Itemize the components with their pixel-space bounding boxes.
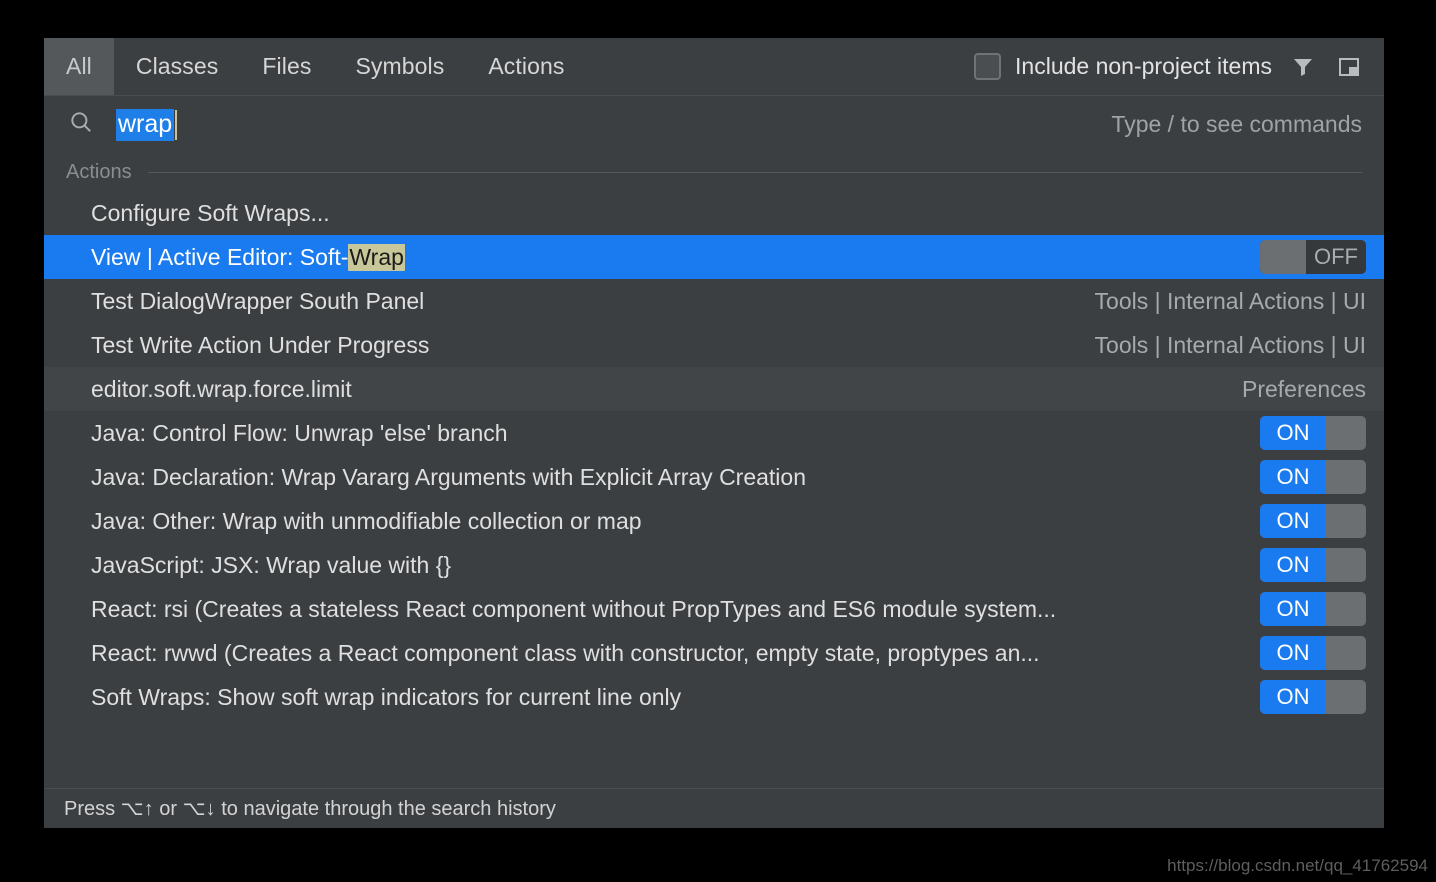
result-title-text: Test DialogWrapper South Panel bbox=[91, 287, 425, 314]
search-everywhere-popup: All Classes Files Symbols Actions Include no… bbox=[44, 38, 1384, 828]
result-row[interactable]: JavaScript: JSX: Wrap value with {} ON bbox=[44, 543, 1384, 587]
include-non-project-items-checkbox[interactable]: Include non-project items bbox=[974, 53, 1272, 80]
group-header-label: Actions bbox=[66, 160, 132, 183]
toggle-knob bbox=[1326, 504, 1366, 538]
result-row-title: Soft Wraps: Show soft wrap indicators fo… bbox=[91, 684, 681, 711]
result-row-title: Java: Control Flow: Unwrap 'else' branch bbox=[91, 420, 508, 447]
result-row[interactable]: Soft Wraps: Show soft wrap indicators fo… bbox=[44, 675, 1384, 719]
toggle-knob bbox=[1326, 636, 1366, 670]
result-row-title: View | Active Editor: Soft-Wrap bbox=[91, 243, 405, 271]
text-caret bbox=[175, 109, 178, 140]
search-row[interactable]: wrap Type / to see commands bbox=[44, 95, 1384, 153]
tab-label: Symbols bbox=[355, 53, 445, 79]
toggle-preview-panel-icon[interactable] bbox=[1334, 52, 1364, 82]
result-row-group-path: Tools | Internal Actions | UI bbox=[1094, 287, 1366, 314]
result-row[interactable]: React: rsi (Creates a stateless React co… bbox=[44, 587, 1384, 631]
group-header-actions: Actions bbox=[44, 153, 1384, 191]
tab-classes[interactable]: Classes bbox=[114, 38, 241, 95]
watermark: https://blog.csdn.net/qq_41762594 bbox=[1167, 856, 1428, 875]
result-title-text: React: rsi (Creates a stateless React co… bbox=[91, 595, 1057, 622]
result-title-text: Java: Declaration: Wrap Vararg Arguments… bbox=[91, 463, 806, 490]
row-toggle-switch[interactable]: OFF bbox=[1260, 240, 1366, 274]
tab-label: Files bbox=[262, 53, 312, 79]
result-title-text: Java: Other: Wrap with unmodifiable coll… bbox=[91, 507, 642, 534]
toggle-state-label: ON bbox=[1260, 592, 1326, 626]
tab-files[interactable]: Files bbox=[240, 38, 333, 95]
toggle-state-label: OFF bbox=[1306, 240, 1366, 274]
result-row-group-path: Preferences bbox=[1241, 375, 1366, 402]
result-row-group-path: Tools | Internal Actions | UI bbox=[1094, 331, 1366, 358]
tab-actions[interactable]: Actions bbox=[466, 38, 586, 95]
header-actions: Include non-project items bbox=[974, 38, 1384, 95]
toggle-state-label: ON bbox=[1260, 636, 1326, 670]
result-title-text: JavaScript: JSX: Wrap value with {} bbox=[91, 551, 452, 578]
result-title-text: Java: Control Flow: Unwrap 'else' branch bbox=[91, 419, 508, 446]
search-input[interactable]: wrap bbox=[116, 108, 1093, 141]
tab-label: All bbox=[66, 53, 92, 79]
toggle-knob bbox=[1326, 548, 1366, 582]
toggle-state-label: ON bbox=[1260, 548, 1326, 582]
result-row[interactable]: Configure Soft Wraps... bbox=[44, 191, 1384, 235]
result-row[interactable]: Test DialogWrapper South Panel Tools | In… bbox=[44, 279, 1384, 323]
search-input-value: wrap bbox=[116, 108, 175, 141]
footer-hint-bar: Press ⌥↑ or ⌥↓ to navigate through the s… bbox=[44, 788, 1384, 828]
search-icon bbox=[68, 109, 94, 140]
row-toggle-switch[interactable]: ON bbox=[1260, 680, 1366, 714]
result-title-text: View | Active Editor: Soft- bbox=[91, 243, 349, 270]
search-commands-hint: Type / to see commands bbox=[1111, 111, 1362, 137]
filter-funnel-icon[interactable] bbox=[1288, 52, 1318, 82]
toggle-state-label: ON bbox=[1260, 504, 1326, 538]
result-row[interactable]: View | Active Editor: Soft-Wrap OFF bbox=[44, 235, 1384, 279]
result-row-title: React: rsi (Creates a stateless React co… bbox=[91, 596, 1056, 623]
result-row-title: Configure Soft Wraps... bbox=[91, 200, 330, 227]
tab-symbols[interactable]: Symbols bbox=[333, 38, 466, 95]
row-toggle-switch[interactable]: ON bbox=[1260, 548, 1366, 582]
result-row[interactable]: React: rwwd (Creates a React component c… bbox=[44, 631, 1384, 675]
rows-container: Configure Soft Wraps... View | Active Edi… bbox=[44, 191, 1384, 719]
tab-all[interactable]: All bbox=[44, 38, 114, 95]
row-toggle-switch[interactable]: ON bbox=[1260, 592, 1366, 626]
include-non-project-items-label: Include non-project items bbox=[1015, 53, 1272, 79]
result-row[interactable]: Test Write Action Under Progress Tools | … bbox=[44, 323, 1384, 367]
toggle-knob bbox=[1326, 460, 1366, 494]
result-row[interactable]: Java: Control Flow: Unwrap 'else' branch… bbox=[44, 411, 1384, 455]
tabbar-spacer bbox=[586, 38, 974, 95]
toggle-state-label: ON bbox=[1260, 680, 1326, 714]
result-title-text: Test Write Action Under Progress bbox=[91, 331, 430, 358]
row-toggle-switch[interactable]: ON bbox=[1260, 460, 1366, 494]
result-row[interactable]: editor.soft.wrap.force.limit Preferences bbox=[44, 367, 1384, 411]
result-row-title: editor.soft.wrap.force.limit bbox=[91, 376, 352, 403]
toggle-knob bbox=[1326, 680, 1366, 714]
result-row-title: Java: Declaration: Wrap Vararg Arguments… bbox=[91, 464, 806, 491]
result-title-text: editor.soft.wrap.force.limit bbox=[91, 375, 352, 402]
tabs-container: All Classes Files Symbols Actions bbox=[44, 38, 586, 95]
result-row-title: Test Write Action Under Progress bbox=[91, 332, 429, 359]
tab-bar: All Classes Files Symbols Actions Include no… bbox=[44, 38, 1384, 95]
group-header-rule bbox=[147, 171, 1362, 173]
row-toggle-switch[interactable]: ON bbox=[1260, 416, 1366, 450]
row-toggle-switch[interactable]: ON bbox=[1260, 504, 1366, 538]
row-toggle-switch[interactable]: ON bbox=[1260, 636, 1366, 670]
toggle-state-label: ON bbox=[1260, 460, 1326, 494]
toggle-knob bbox=[1326, 416, 1366, 450]
result-row-title: React: rwwd (Creates a React component c… bbox=[91, 640, 1040, 667]
tab-label: Classes bbox=[135, 53, 219, 79]
results-list[interactable]: Actions Configure Soft Wraps... View | Ac… bbox=[44, 153, 1384, 788]
result-title-text: React: rwwd (Creates a React component c… bbox=[91, 639, 1040, 666]
checkbox-box[interactable] bbox=[974, 53, 1002, 80]
toggle-state-label: ON bbox=[1260, 416, 1326, 450]
result-row-title: Test DialogWrapper South Panel bbox=[91, 288, 424, 315]
result-row-title: JavaScript: JSX: Wrap value with {} bbox=[91, 552, 451, 579]
result-row[interactable]: Java: Other: Wrap with unmodifiable coll… bbox=[44, 499, 1384, 543]
toggle-knob bbox=[1326, 592, 1366, 626]
result-row-title: Java: Other: Wrap with unmodifiable coll… bbox=[91, 508, 642, 535]
result-row[interactable]: Java: Declaration: Wrap Vararg Arguments… bbox=[44, 455, 1384, 499]
result-title-text: Soft Wraps: Show soft wrap indicators fo… bbox=[91, 683, 682, 710]
tab-label: Actions bbox=[488, 53, 565, 79]
footer-hint-text: Press ⌥↑ or ⌥↓ to navigate through the s… bbox=[64, 798, 556, 820]
match-highlight: Wrap bbox=[348, 243, 405, 271]
result-title-text: Configure Soft Wraps... bbox=[91, 199, 330, 226]
toggle-knob bbox=[1260, 240, 1306, 274]
